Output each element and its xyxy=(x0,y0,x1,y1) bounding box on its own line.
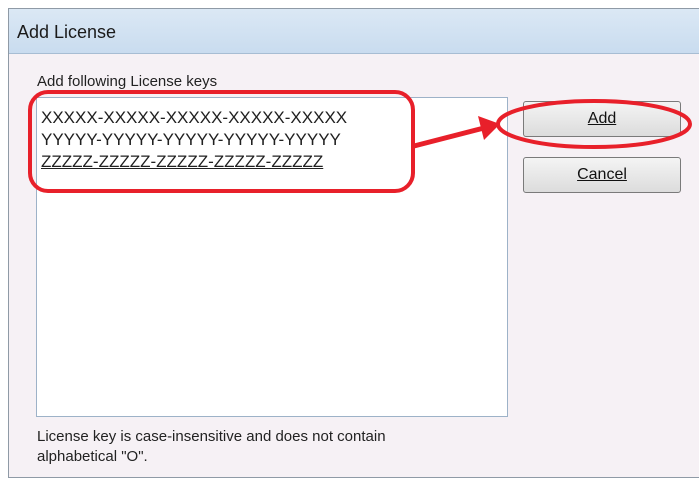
dialog-title: Add License xyxy=(17,22,117,42)
title-bar[interactable]: Add License xyxy=(9,9,699,54)
license-note-line: alphabetical "O". xyxy=(37,448,148,465)
license-note: License key is case-insensitive and does… xyxy=(37,427,557,467)
license-note-line: License key is case-insensitive and does… xyxy=(37,428,386,445)
cancel-button[interactable]: Cancel xyxy=(523,157,681,193)
license-keys-textarea[interactable]: XXXXX-XXXXX-XXXXX-XXXXX-XXXXX YYYYY-YYYY… xyxy=(36,97,508,417)
license-key-line: XXXXX-XXXXX-XXXXX-XXXXX-XXXXX xyxy=(41,108,348,127)
cancel-button-label: Cancel xyxy=(577,166,627,183)
license-keys-label: Add following License keys xyxy=(37,73,218,90)
license-key-line: YYYYY-YYYYY-YYYYY-YYYYY-YYYYY xyxy=(41,130,341,149)
add-button[interactable]: Add xyxy=(523,101,681,137)
license-key-line: ZZZZZ-ZZZZZ-ZZZZZ-ZZZZZ-ZZZZZ xyxy=(41,152,324,171)
add-license-dialog: Add License Add following License keys X… xyxy=(8,8,699,478)
add-button-label: Add xyxy=(587,110,617,127)
